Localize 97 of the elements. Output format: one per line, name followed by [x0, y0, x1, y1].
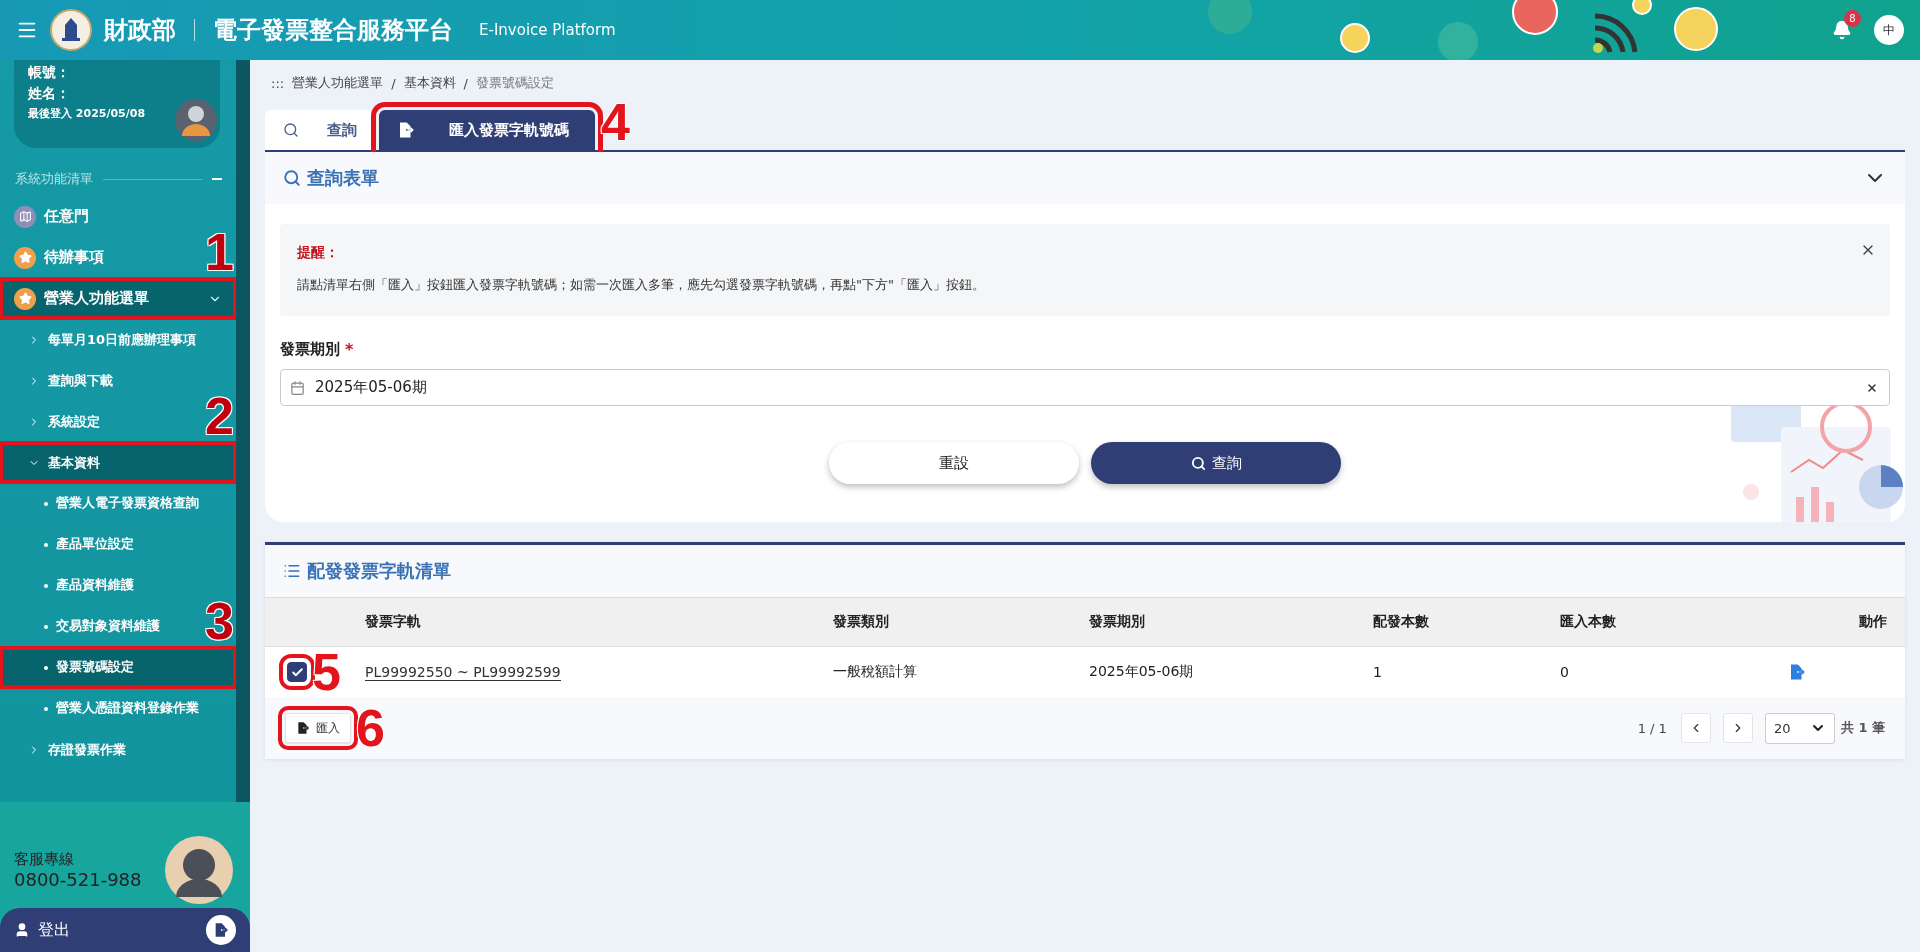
table-cell: 0 — [1560, 664, 1569, 680]
period-field[interactable]: 2025年05-06期 — [280, 369, 1890, 406]
range-link[interactable]: PL99992550 ~ PL99992599 — [365, 663, 561, 681]
callout-number: 2 — [205, 390, 234, 442]
calendar-icon — [290, 380, 305, 395]
logout-bar[interactable]: 登出 — [0, 908, 250, 952]
menu-item-label: 待辦事項 — [44, 248, 104, 267]
clear-icon[interactable] — [1866, 381, 1878, 394]
scrollbar-track[interactable] — [236, 60, 250, 802]
menu-item[interactable]: 產品單位設定 — [0, 524, 148, 565]
list-icon — [283, 562, 301, 580]
notification-bell-icon[interactable] — [1832, 20, 1852, 40]
notification-count: 8 — [1844, 10, 1861, 27]
menu-item[interactable]: 待辦事項 — [0, 237, 118, 278]
menu-item[interactable]: 存證發票作業 — [0, 729, 140, 770]
menu-item[interactable]: 查詢與下載 — [0, 360, 127, 401]
avatar-icon — [174, 98, 218, 142]
menu-section-title: 系統功能清單 — [15, 170, 93, 188]
menu-item[interactable]: 系統設定 — [0, 401, 114, 442]
logout-label: 登出 — [38, 919, 70, 941]
page-indicator: 1 / 1 — [1637, 720, 1667, 736]
column-header: 配發本數 — [1373, 597, 1560, 647]
platform-subtitle: E-Invoice Platform — [479, 21, 616, 39]
check-icon — [290, 665, 304, 679]
bullet-icon — [44, 542, 48, 547]
field-label: 發票期別 — [280, 340, 340, 359]
platform-title: 電子發票整合服務平台 — [213, 15, 453, 46]
breadcrumb-separator: / — [391, 75, 396, 91]
map-icon — [14, 205, 36, 228]
table-cell: 1 — [1373, 664, 1382, 680]
menu-item-label: 系統設定 — [48, 412, 100, 431]
menu-item-label: 營業人憑證資料登錄作業 — [56, 700, 199, 717]
notice-title: 提醒： — [297, 244, 339, 262]
callout-number: 6 — [356, 702, 385, 754]
bullet-icon — [44, 624, 48, 629]
menu-item-label: 發票號碼設定 — [56, 659, 134, 676]
column-header: 發票字軌 — [365, 597, 833, 647]
search-icon — [1190, 455, 1206, 471]
bullet-icon — [44, 706, 48, 711]
menu-item-label: 交易對象資料維護 — [56, 618, 160, 635]
column-header: 發票類別 — [833, 597, 1089, 647]
file-export-icon — [397, 121, 415, 139]
support-label: 客服專線 — [14, 850, 75, 869]
breadcrumb-item[interactable]: 基本資料 — [403, 74, 456, 92]
menu-item-label: 基本資料 — [48, 453, 100, 472]
search-button[interactable]: 查詢 — [1091, 442, 1341, 484]
page-size-select[interactable]: 20 — [1764, 712, 1835, 744]
column-header: 動作 — [1760, 597, 1905, 647]
card-title: 查詢表單 — [307, 166, 379, 190]
breadcrumb-separator: / — [463, 75, 468, 91]
import-action-button[interactable] — [1788, 663, 1806, 681]
menu-item-label: 查詢與下載 — [48, 371, 113, 390]
column-header: 發票期別 — [1089, 597, 1373, 647]
callout-number: 1 — [205, 226, 234, 278]
required-mark: * — [345, 340, 354, 359]
file-export-icon — [1788, 663, 1806, 681]
card-title: 配發發票字軌清單 — [307, 559, 451, 583]
logout-button[interactable] — [206, 915, 236, 945]
search-icon — [283, 169, 301, 187]
ministry-name: 財政部 — [104, 15, 176, 46]
total-count: 共 1 筆 — [1840, 719, 1885, 737]
menu-item-label: 營業人電子發票資格查詢 — [56, 495, 199, 512]
table-cell: 2025年05-06期 — [1089, 663, 1194, 681]
language-button[interactable]: 中 — [1874, 15, 1904, 45]
name-label: 姓名： — [28, 85, 71, 103]
breadcrumb-prefix: ::: — [271, 75, 285, 91]
account-label: 帳號： — [28, 64, 71, 82]
menu-item[interactable]: 交易對象資料維護 — [0, 606, 174, 647]
menu-item-label: 每單月10日前應辦理事項 — [48, 330, 197, 349]
user-icon — [14, 922, 30, 938]
bullet-icon — [44, 583, 48, 588]
support-phone: 0800-521-988 — [14, 869, 142, 890]
table-cell: 一般稅額計算 — [833, 663, 917, 681]
menu-item-label: 任意門 — [44, 207, 89, 226]
menu-item-label: 營業人功能選單 — [44, 289, 149, 308]
reset-button[interactable]: 重設 — [829, 442, 1079, 484]
notice-text: 請點清單右側「匯入」按鈕匯入發票字軌號碼；如需一次匯入多筆，應先勾選發票字軌號碼，再點"下方"「匯入」按鈕。 — [297, 276, 986, 294]
callout-number: 5 — [312, 646, 341, 698]
bullet-icon — [44, 665, 48, 670]
menu-item-label: 產品資料維護 — [56, 577, 134, 594]
breadcrumb-item[interactable]: 營業人功能選單 — [292, 74, 384, 92]
avatar-icon — [164, 835, 234, 905]
menu-item[interactable]: 每單月10日前應辦理事項 — [0, 319, 211, 360]
menu-item[interactable]: 營業人電子發票資格查詢 — [0, 483, 213, 524]
last-login: 最後登入 2025/05/08 — [28, 106, 147, 121]
logout-icon — [213, 922, 229, 938]
menu-item[interactable]: 產品資料維護 — [0, 565, 148, 606]
search-icon — [283, 122, 299, 138]
menu-item-label: 產品單位設定 — [56, 536, 134, 553]
breadcrumb-item[interactable]: 發票號碼設定 — [475, 74, 554, 92]
bullet-icon — [44, 501, 48, 506]
emblem-icon — [50, 9, 92, 51]
menu-item-label: 存證發票作業 — [48, 740, 126, 759]
file-export-icon — [296, 721, 310, 735]
callout-number: 3 — [205, 595, 234, 647]
menu-item[interactable]: 營業人憑證資料登錄作業 — [0, 688, 213, 729]
column-header: 匯入本數 — [1560, 597, 1760, 647]
